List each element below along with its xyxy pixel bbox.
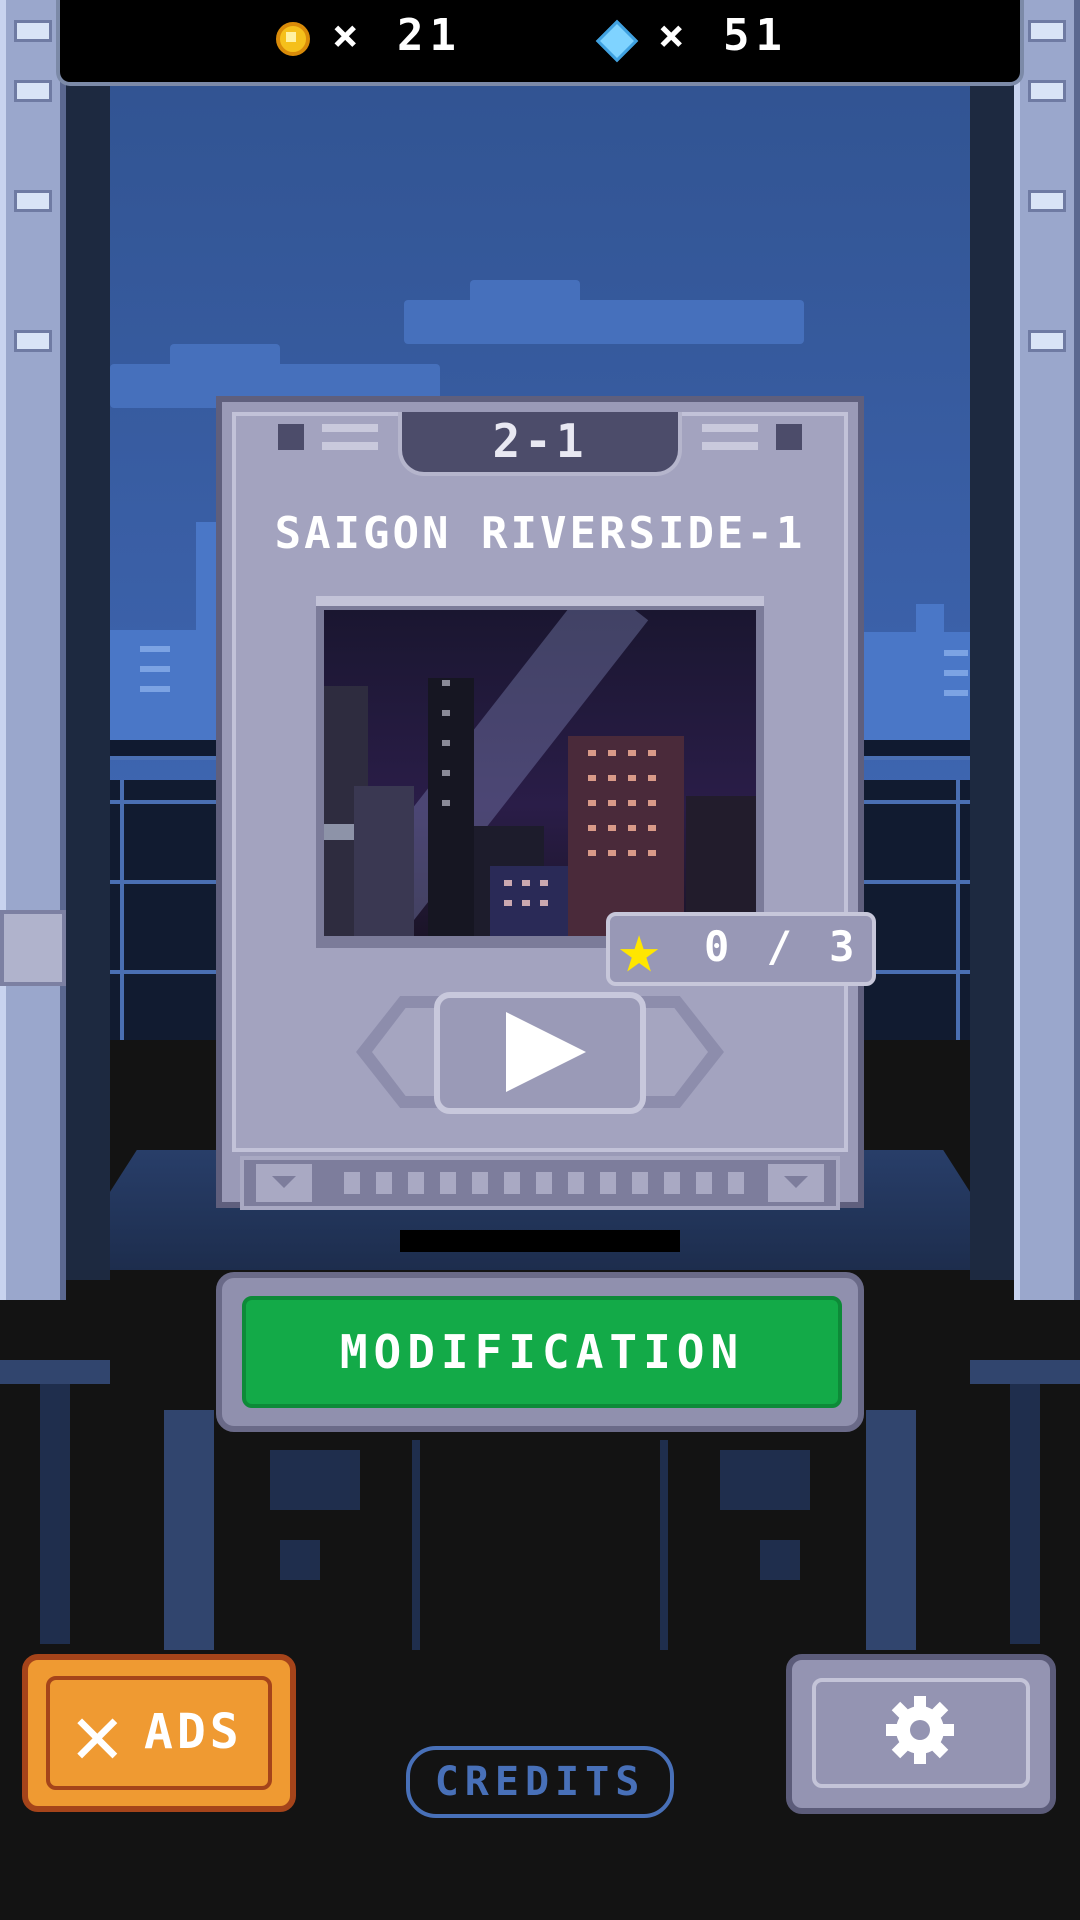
scaffold-post (120, 780, 124, 1080)
vent-slot (702, 424, 758, 432)
pager-dot[interactable] (696, 1172, 712, 1194)
skyline-window (140, 646, 170, 652)
pager-dot[interactable] (504, 1172, 520, 1194)
modification-button[interactable]: MODIFICATION (242, 1296, 842, 1408)
pager-dot[interactable] (728, 1172, 744, 1194)
cloud (404, 300, 804, 344)
preview-building (568, 736, 684, 936)
pager-dot[interactable] (536, 1172, 552, 1194)
pager-dot[interactable] (472, 1172, 488, 1194)
pager-dot[interactable] (600, 1172, 616, 1194)
bolt (776, 424, 802, 450)
skyline-window (140, 686, 170, 692)
card-shadow (400, 1230, 680, 1252)
vent-slot (702, 442, 758, 450)
star-icon: ★ (618, 907, 661, 989)
level-preview-image (324, 610, 756, 936)
pager-dot[interactable] (440, 1172, 456, 1194)
gear-icon (886, 1696, 954, 1764)
machinery (164, 1410, 214, 1650)
pager-dot[interactable] (344, 1172, 360, 1194)
skyline-window (944, 650, 968, 656)
machinery (280, 1540, 320, 1580)
vent-slot (322, 442, 378, 450)
machinery (720, 1450, 810, 1510)
machinery (270, 1450, 360, 1510)
preview-building (428, 678, 474, 936)
machinery (760, 1540, 800, 1580)
x-icon: ✕ (72, 1685, 123, 1783)
skyline-window (140, 666, 170, 672)
pager-dot[interactable] (376, 1172, 392, 1194)
pager-left-arrow-icon[interactable] (256, 1164, 312, 1202)
pager-dot[interactable] (632, 1172, 648, 1194)
left-neighbor-card-edge (0, 910, 66, 986)
bolt (278, 424, 304, 450)
remove-ads-label: ADS (144, 1704, 243, 1760)
skyline-building (916, 604, 944, 744)
coin-count: × 21 (332, 10, 462, 61)
machinery (412, 1440, 420, 1650)
star-rating-text: 0 / 3 (704, 922, 861, 971)
level-number: 2-1 (398, 412, 682, 476)
machinery (0, 1360, 110, 1384)
credits-button[interactable]: CREDITS (406, 1746, 674, 1818)
machinery (866, 1410, 916, 1650)
coin-icon (276, 22, 310, 56)
machinery (970, 1360, 1080, 1384)
preview-building (354, 786, 414, 936)
pager-right-arrow-icon[interactable] (768, 1164, 824, 1202)
pager-dot[interactable] (568, 1172, 584, 1194)
skyline-window (944, 690, 968, 696)
cloud (170, 344, 280, 374)
currency-bar (56, 0, 1024, 86)
cloud (470, 280, 580, 310)
pager-dot[interactable] (408, 1172, 424, 1194)
vent-slot (322, 424, 378, 432)
gem-count: × 51 (658, 10, 788, 61)
machinery (660, 1440, 668, 1650)
machinery (1010, 1384, 1040, 1644)
level-name: SAIGON RIVERSIDE-1 (274, 508, 806, 559)
skyline-window (944, 670, 968, 676)
scaffold-post (956, 780, 960, 1080)
play-icon (506, 1012, 586, 1092)
right-pillar (1014, 0, 1080, 1300)
machinery (40, 1384, 70, 1644)
pager-dot[interactable] (664, 1172, 680, 1194)
left-pillar (0, 0, 66, 1300)
